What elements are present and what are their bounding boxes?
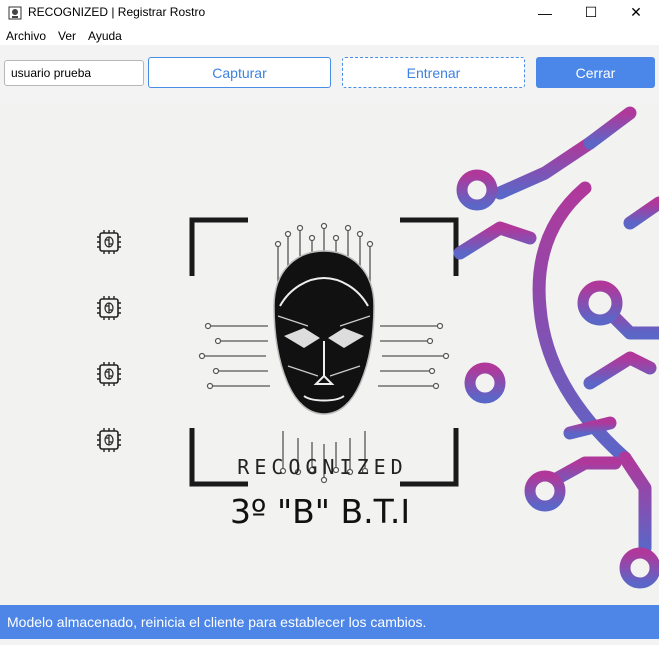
circuit-decoration xyxy=(453,106,659,589)
window-title: RECOGNIZED | Registrar Rostro xyxy=(28,5,206,19)
close-window-button[interactable]: ✕ xyxy=(613,0,659,25)
app-icon xyxy=(8,6,22,20)
capture-button[interactable]: Capturar xyxy=(148,57,331,88)
brand-text: RECOGNIZED xyxy=(237,455,408,479)
close-button[interactable]: Cerrar xyxy=(536,57,655,88)
maximize-icon: ☐ xyxy=(584,4,598,20)
title-bar: RECOGNIZED | Registrar Rostro — ☐ ✕ xyxy=(0,0,659,25)
status-bar: Modelo almacenado, reinicia el cliente p… xyxy=(0,605,659,639)
menu-archivo[interactable]: Archivo xyxy=(0,27,52,45)
minimize-button[interactable]: — xyxy=(522,0,568,25)
brain-chip-icon xyxy=(97,230,121,254)
minimize-icon: — xyxy=(538,4,552,21)
face-icon xyxy=(273,250,375,415)
brain-chip-icon xyxy=(97,362,121,386)
train-button[interactable]: Entrenar xyxy=(342,57,525,88)
brain-chip-icon xyxy=(97,296,121,320)
bottom-strip xyxy=(0,639,659,645)
brain-chip-icon xyxy=(97,428,121,452)
menu-ver[interactable]: Ver xyxy=(52,27,82,45)
status-message: Modelo almacenado, reinicia el cliente p… xyxy=(7,614,427,630)
group-label: 3º "B" B.T.I xyxy=(229,492,411,531)
recognized-logo xyxy=(189,217,459,487)
username-input[interactable] xyxy=(4,60,144,86)
menu-ayuda[interactable]: Ayuda xyxy=(82,27,128,45)
toolbar: Capturar Entrenar Cerrar xyxy=(0,45,659,103)
close-icon: ✕ xyxy=(630,4,642,20)
menu-bar: Archivo Ver Ayuda xyxy=(0,27,659,45)
maximize-button[interactable]: ☐ xyxy=(568,0,614,25)
main-canvas: RECOGNIZED 3º "B" B.T.I xyxy=(0,103,659,605)
